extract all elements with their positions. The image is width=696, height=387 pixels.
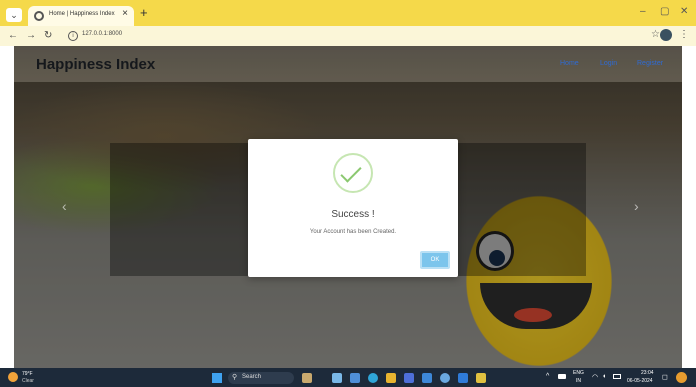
task-view-icon[interactable]	[332, 373, 342, 383]
chrome-icon[interactable]	[440, 373, 450, 383]
nav-link-register[interactable]: Register	[637, 60, 663, 67]
tab-search-button[interactable]: ⌄	[6, 8, 22, 22]
notification-bell-icon[interactable]: ◻	[662, 373, 668, 381]
brand-title[interactable]: Happiness Index	[36, 56, 155, 73]
carousel-prev-icon[interactable]: ‹	[62, 198, 67, 214]
site-info-icon[interactable]: i	[68, 31, 78, 41]
tab-title: Home | Happiness Index	[49, 11, 115, 17]
tray-overflow-icon[interactable]: ^	[546, 373, 549, 380]
dialog-title: Success !	[331, 209, 375, 220]
favicon-icon	[34, 11, 44, 21]
start-menu-icon[interactable]	[212, 373, 222, 383]
onedrive-icon[interactable]	[558, 374, 566, 379]
weather-description: Clear	[22, 378, 34, 384]
browser-tab-active[interactable]: Home | Happiness Index ×	[28, 6, 134, 26]
wifi-icon[interactable]: ◠	[592, 373, 598, 381]
copilot-icon[interactable]	[676, 372, 687, 383]
minimize-button[interactable]: –	[640, 6, 646, 17]
back-arrow-icon[interactable]: ←	[8, 29, 18, 43]
teams-icon[interactable]	[350, 373, 360, 383]
nav-link-home[interactable]: Home	[560, 60, 579, 67]
address-bar: ← → ↻ i 127.0.0.1:8000 ☆	[0, 26, 696, 46]
file-explorer-icon[interactable]	[386, 373, 396, 383]
url-field[interactable]: i 127.0.0.1:8000 ☆	[64, 29, 664, 44]
reload-icon[interactable]: ↻	[44, 29, 52, 43]
close-window-button[interactable]: ✕	[680, 6, 688, 17]
browser-menu-icon[interactable]: ⋮	[679, 29, 689, 40]
site-header: Happiness Index Home Login Register	[14, 46, 682, 82]
region-indicator: IN	[576, 378, 581, 384]
taskbar-search[interactable]: ⚲ Search	[228, 372, 294, 384]
profile-avatar-icon[interactable]	[660, 29, 672, 41]
dialog-message: Your Account has been Created.	[309, 229, 397, 235]
clock-time[interactable]: 23:04	[641, 370, 654, 376]
language-indicator[interactable]: ENG	[573, 370, 584, 376]
bookmark-star-icon[interactable]: ☆	[651, 29, 660, 40]
success-check-icon	[333, 153, 373, 193]
check-mark	[340, 161, 362, 183]
clock-date[interactable]: 06-05-2024	[627, 378, 653, 384]
ok-button[interactable]: OK	[420, 251, 450, 269]
store-icon[interactable]	[422, 373, 432, 383]
url-text: 127.0.0.1:8000	[82, 31, 123, 37]
windows-taskbar: 79°F Clear ⚲ Search ^ ENG IN ◠ ◖ 23:04 0…	[0, 368, 696, 387]
search-icon: ⚲	[232, 374, 238, 381]
carousel-next-icon[interactable]: ›	[634, 198, 639, 214]
web-page: Happiness Index Home Login Register ‹ › …	[14, 46, 682, 368]
weather-icon[interactable]	[8, 372, 18, 382]
maximize-button[interactable]: ▢	[660, 6, 669, 17]
new-tab-button[interactable]: +	[140, 6, 148, 20]
widgets-icon[interactable]	[302, 373, 312, 383]
browser-tabstrip: ⌄ Home | Happiness Index × + – ▢ ✕	[0, 0, 696, 26]
battery-icon[interactable]	[613, 374, 621, 379]
calendar-icon[interactable]	[404, 373, 414, 383]
nav-link-login[interactable]: Login	[600, 60, 617, 67]
search-label: Search	[242, 374, 262, 380]
success-dialog: Success ! Your Account has been Created.…	[248, 139, 458, 277]
tab-close-icon[interactable]: ×	[122, 8, 128, 19]
weather-temperature: 79°F	[22, 371, 33, 377]
vscode-icon[interactable]	[458, 373, 468, 383]
forward-arrow-icon[interactable]: →	[26, 29, 36, 43]
volume-icon[interactable]: ◖	[602, 373, 606, 380]
app-icon[interactable]	[476, 373, 486, 383]
edge-icon[interactable]	[368, 373, 378, 383]
